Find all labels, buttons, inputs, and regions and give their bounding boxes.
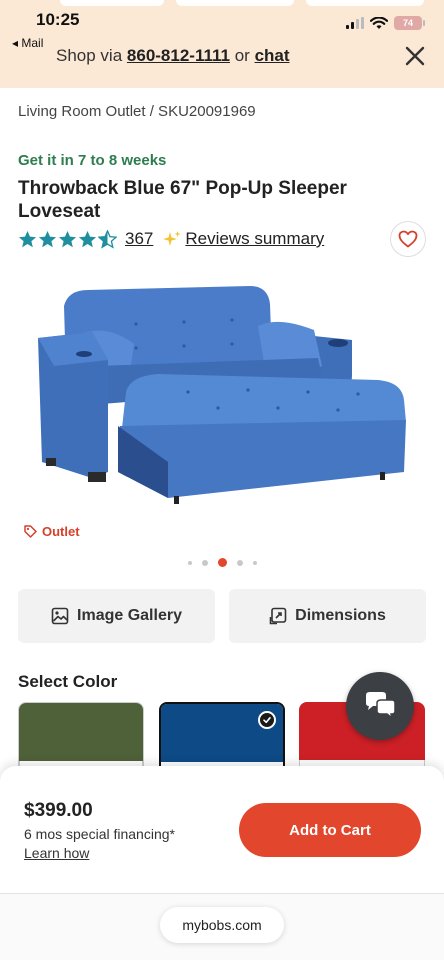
carousel-dot[interactable] xyxy=(201,559,208,566)
star-rating[interactable] xyxy=(18,229,117,249)
url-bar[interactable]: mybobs.com xyxy=(160,907,284,943)
favorite-button[interactable] xyxy=(390,221,426,257)
shop-via-text: Shop via 860-812-1111 or chat xyxy=(56,46,290,66)
status-icons: 74 xyxy=(346,16,425,30)
carousel-dots[interactable] xyxy=(0,558,444,567)
dimensions-icon xyxy=(269,607,287,625)
product-title: Throwback Blue 67" Pop-Up Sleeper Lovese… xyxy=(18,178,347,222)
carousel-dot[interactable] xyxy=(236,559,243,566)
status-time: 10:25 xyxy=(36,10,80,29)
back-to-mail-link[interactable]: ◂ Mail xyxy=(12,36,43,50)
close-icon[interactable] xyxy=(404,45,426,67)
product-image[interactable] xyxy=(18,276,426,524)
shop-via-prefix: Shop via xyxy=(56,46,123,65)
financing-text: 6 mos special financing* xyxy=(24,826,175,842)
dimensions-button[interactable]: Dimensions xyxy=(229,589,426,643)
star-icon xyxy=(58,230,77,247)
delivery-estimate: Get it in 7 to 8 weeks xyxy=(18,152,167,169)
battery-icon: 74 xyxy=(394,16,425,30)
review-count-link[interactable]: 367 xyxy=(125,229,153,249)
reviews-summary-link[interactable]: Reviews summary xyxy=(185,229,324,249)
star-icon xyxy=(18,230,37,247)
star-icon xyxy=(38,230,57,247)
price: $399.00 xyxy=(24,800,93,821)
star-icon xyxy=(78,230,97,247)
image-icon xyxy=(51,607,69,625)
learn-how-link[interactable]: Learn how xyxy=(24,845,89,861)
phone-link[interactable]: 860-812-1111 xyxy=(127,46,230,65)
wifi-icon xyxy=(370,16,388,29)
add-to-cart-button[interactable]: Add to Cart xyxy=(239,803,421,857)
half-star-icon xyxy=(98,229,117,249)
cart-sheet: $399.00 6 mos special financing* Learn h… xyxy=(0,766,444,894)
carousel-dot[interactable] xyxy=(187,560,192,565)
select-color-heading: Select Color xyxy=(18,672,118,691)
image-gallery-button[interactable]: Image Gallery xyxy=(18,589,215,643)
color-swatch-blue[interactable] xyxy=(159,702,285,772)
heart-icon xyxy=(398,230,418,248)
carousel-dot-active[interactable] xyxy=(217,558,227,567)
selected-check-icon xyxy=(258,711,276,729)
color-swatch-green[interactable] xyxy=(18,702,144,772)
browser-tab-stubs xyxy=(0,0,444,6)
chat-bubbles-icon xyxy=(366,692,396,720)
swatch-fill xyxy=(19,703,143,761)
carousel-dot[interactable] xyxy=(252,560,257,565)
outlet-badge: Outlet xyxy=(24,524,80,539)
chat-button[interactable] xyxy=(346,672,414,740)
rating-row: 367 Reviews summary xyxy=(18,229,324,249)
signal-icon xyxy=(346,17,364,29)
shop-banner: 10:25 74 ◂ Mail Shop via 860-812-1111 or… xyxy=(0,0,444,88)
sparkle-icon xyxy=(163,231,181,246)
dimensions-label: Dimensions xyxy=(295,607,386,624)
tag-icon xyxy=(24,525,37,538)
or-text: or xyxy=(234,46,250,65)
outlet-label: Outlet xyxy=(42,524,80,539)
chat-link[interactable]: chat xyxy=(255,46,290,65)
image-gallery-label: Image Gallery xyxy=(77,607,182,624)
breadcrumb[interactable]: Living Room Outlet / SKU20091969 xyxy=(18,103,256,120)
